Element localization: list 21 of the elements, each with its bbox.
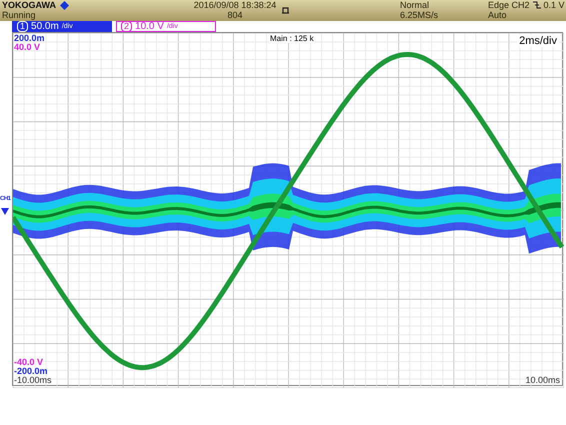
acquisition-count: 804 (227, 10, 243, 20)
diamond-icon (60, 0, 70, 10)
time-start-label: -10.00ms (14, 376, 52, 385)
trigger-auto: Auto (488, 10, 508, 20)
trigger-source: Edge CH2 (488, 0, 530, 10)
time-end-label: 10.00ms (525, 376, 560, 385)
ch2-top-scale: 40.0 V (14, 43, 40, 52)
sample-rate: 6.25MS/s (400, 10, 440, 20)
falling-edge-icon (532, 1, 541, 9)
ch1-top-scale: 200.0m (14, 34, 45, 43)
ch2-bottom-scale: -40.0 V (14, 358, 44, 367)
ch1-bottom-scale: -200.0m (14, 367, 48, 376)
brand-logo: YOKOGAWA (2, 0, 56, 10)
trigger-mode-label: Normal (400, 0, 430, 10)
timebase-label: 2ms/div (517, 35, 559, 47)
zoom-label: Main : 125 k (269, 34, 315, 43)
trigger-position-icon (282, 7, 289, 14)
date-time: 2016/09/08 18:38:24 (194, 0, 276, 10)
run-status: Running (2, 10, 37, 20)
trigger-level: 0.1 V (544, 0, 565, 10)
ground-arrow-icon (1, 208, 9, 215)
